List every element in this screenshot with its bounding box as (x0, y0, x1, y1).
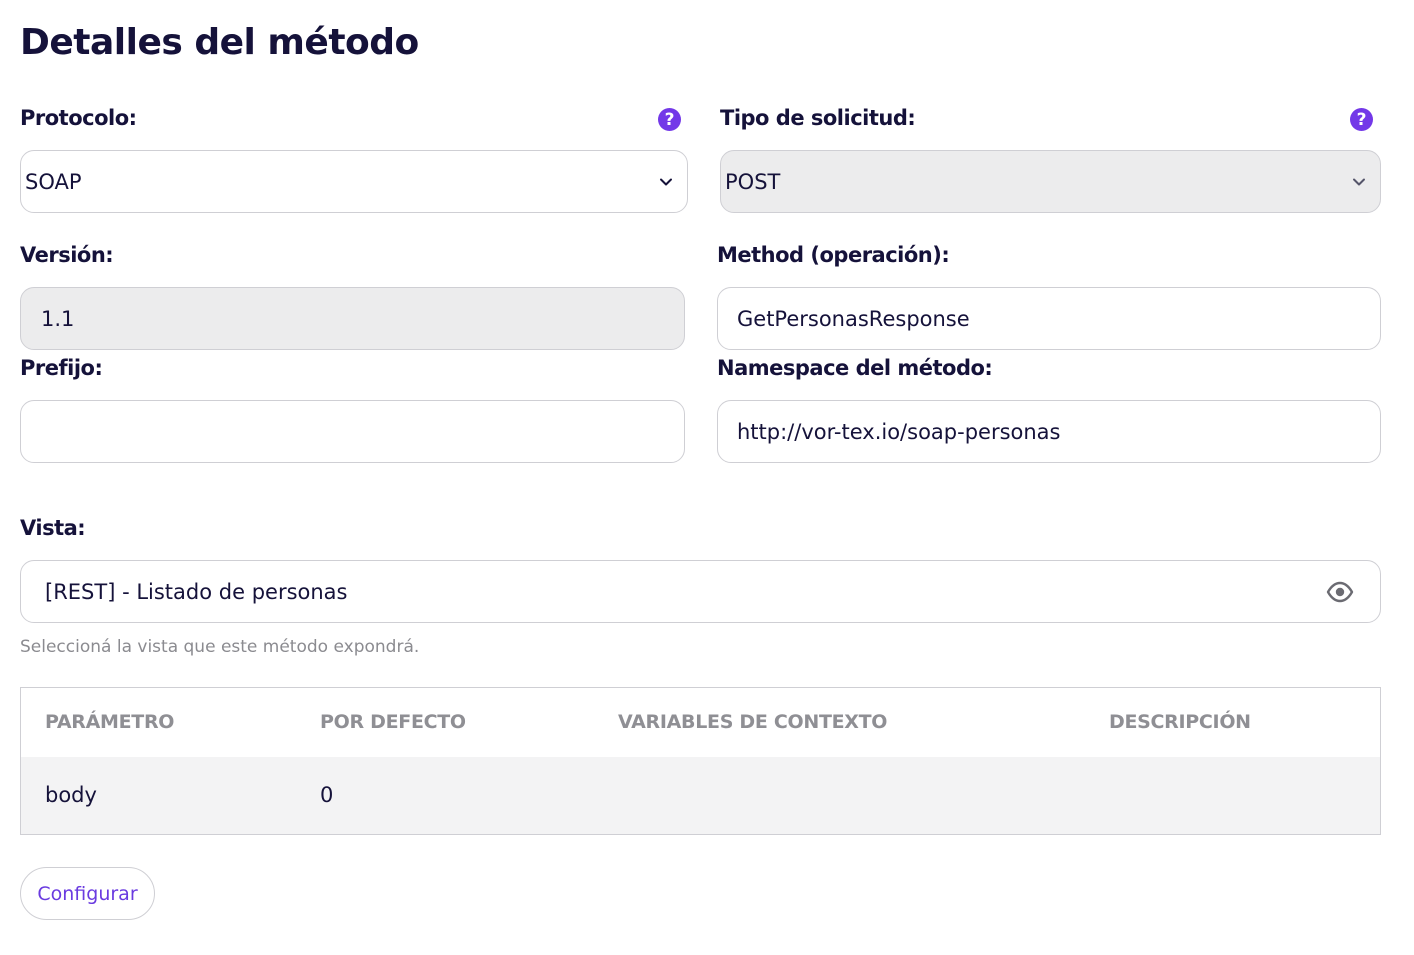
method-value: GetPersonasResponse (737, 306, 970, 331)
method-label: Method (operación): (717, 243, 950, 267)
params-table: PARÁMETRO POR DEFECTO VARIABLES DE CONTE… (20, 687, 1381, 835)
view-value: [REST] - Listado de personas (45, 579, 348, 604)
version-value: 1.1 (41, 306, 75, 331)
eye-icon[interactable] (1326, 578, 1354, 606)
request-type-label: Tipo de solicitud: (720, 106, 916, 130)
table-header: PARÁMETRO POR DEFECTO VARIABLES DE CONTE… (21, 688, 1380, 758)
row-default: 0 (320, 783, 334, 807)
header-descripcion: DESCRIPCIÓN (1109, 711, 1251, 733)
namespace-value: http://vor-tex.io/soap-personas (737, 419, 1061, 444)
chevron-down-icon (660, 178, 672, 185)
chevron-down-icon (1353, 178, 1365, 185)
configure-button[interactable]: Configurar (20, 867, 155, 920)
namespace-label: Namespace del método: (717, 356, 993, 380)
table-row[interactable]: body 0 (21, 757, 1380, 834)
view-select[interactable]: [REST] - Listado de personas (20, 560, 1381, 623)
version-field[interactable]: 1.1 (20, 287, 685, 350)
prefix-label: Prefijo: (20, 356, 103, 380)
header-variables-contexto: VARIABLES DE CONTEXTO (618, 711, 888, 733)
version-label: Versión: (20, 243, 114, 267)
namespace-input[interactable]: http://vor-tex.io/soap-personas (717, 400, 1381, 463)
prefix-input[interactable] (20, 400, 685, 463)
method-input[interactable]: GetPersonasResponse (717, 287, 1381, 350)
request-type-help-icon[interactable]: ? (1350, 108, 1373, 131)
protocol-value: SOAP (25, 169, 82, 194)
header-por-defecto: POR DEFECTO (320, 711, 466, 733)
row-param: body (45, 783, 97, 807)
header-parametro: PARÁMETRO (45, 711, 175, 733)
request-type-select[interactable]: POST (720, 150, 1381, 213)
protocol-help-icon[interactable]: ? (658, 108, 681, 131)
view-hint: Seleccioná la vista que este método expo… (20, 637, 420, 657)
page-title: Detalles del método (20, 22, 419, 63)
protocol-label: Protocolo: (20, 106, 137, 130)
view-label: Vista: (20, 516, 86, 540)
request-type-value: POST (725, 169, 781, 194)
protocol-select[interactable]: SOAP (20, 150, 688, 213)
